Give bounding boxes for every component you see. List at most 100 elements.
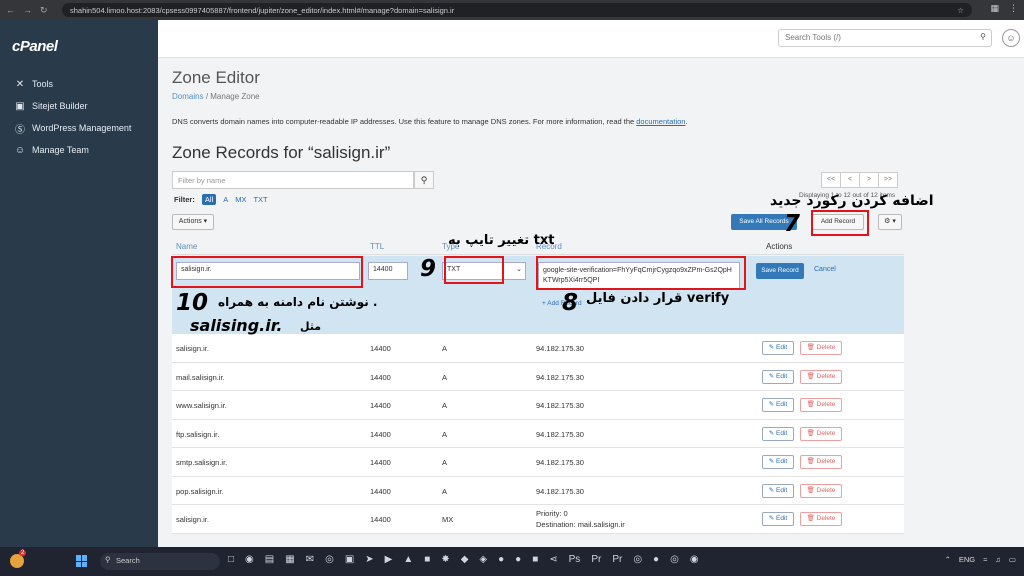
search-tools-input[interactable]: Search Tools (/) ⚲ [778,29,992,47]
address-bar[interactable]: shahin504.limoo.host:2083/cpsess09974058… [62,3,972,17]
forward-icon[interactable]: → [23,5,32,16]
column-name[interactable]: Name [176,242,197,251]
table-row: salisign.ir. 14400 A 94.182.175.30 ✎ Edit 🗑 D… [172,334,904,363]
table-row: smtp.salisign.ir. 14400 A 94.182.175.30 ✎ Ed… [172,448,904,477]
task-view-icon[interactable]: □ [228,554,234,565]
record-type: A [442,372,448,382]
app-icon[interactable]: ▣ [345,554,354,565]
windows-start-icon[interactable] [76,555,88,567]
user-menu-icon[interactable]: ☺ [1002,29,1020,47]
app-icon[interactable]: ● [498,554,504,565]
explorer-icon[interactable]: ▤ [265,554,274,565]
filter-tab-txt[interactable]: TXT [253,195,267,204]
edit-button[interactable]: ✎ Edit [762,369,794,384]
chatgpt-icon[interactable]: ✸ [441,554,449,565]
battery-icon[interactable]: ▭ [1009,555,1016,564]
menu-dots-icon[interactable]: ⋮ [1009,3,1018,14]
cpanel-logo[interactable]: cPanel [12,38,58,55]
app-icon[interactable]: ■ [532,554,538,565]
app-icon[interactable]: ◆ [461,554,469,565]
prev-page-button[interactable]: < [840,172,860,188]
documentation-link[interactable]: documentation [636,117,685,126]
breadcrumb-domains[interactable]: Domains [172,92,204,101]
next-page-button[interactable]: > [859,172,879,188]
annotation-step8-number: 8 [562,290,579,316]
extension-icon[interactable]: ▦ [990,3,999,14]
system-tray: ⌃ ENG ≈ ♫ ▭ [945,555,1016,564]
sidebar-item-sitejet[interactable]: ▣ Sitejet Builder [0,95,158,117]
top-header: Search Tools (/) ⚲ ☺ [158,20,1024,58]
wifi-icon[interactable]: ≈ [983,555,987,564]
vscode-icon[interactable]: ⋖ [549,554,557,565]
chrome-icon[interactable]: ◎ [325,554,334,565]
annotation-step10-suffix: مثل [300,320,322,333]
first-page-button[interactable]: << [821,172,841,188]
chevron-up-icon[interactable]: ⌃ [945,555,951,564]
filter-tab-mx[interactable]: MX [235,195,246,204]
delete-button[interactable]: 🗑 Delete [800,341,842,355]
delete-button[interactable]: 🗑 Delete [800,483,842,498]
reload-icon[interactable]: ↻ [40,5,48,16]
record-type: A [442,429,448,439]
back-icon[interactable]: ← [6,5,15,16]
last-page-button[interactable]: >> [878,172,898,188]
premiere-icon[interactable]: Pr [612,554,622,565]
delete-button[interactable]: 🗑 Delete [800,455,842,469]
app-icon[interactable]: ● [515,554,521,565]
store-icon[interactable]: ▦ [285,554,294,565]
telegram-icon[interactable]: ➤ [365,554,373,565]
app-icon[interactable]: ■ [424,554,430,565]
record-name: ftp.salisign.ir. [176,429,220,439]
taskbar: 2 ⚲ Search □ ◉ ▤ ▦ ✉ ◎ ▣ ➤ ▶ ▲ ■ ✸ ◆ ◈ ●… [0,547,1024,576]
column-ttl[interactable]: TTL [370,242,384,251]
url-text: shahin504.limoo.host:2083/cpsess09974058… [70,5,455,15]
app-icon[interactable]: ▲ [403,554,413,565]
record-icon[interactable]: ◉ [690,554,699,565]
actions-dropdown[interactable]: Actions ▾ [172,214,214,230]
taskbar-search-label: Search [116,556,140,565]
filter-label: Filter: [174,195,195,204]
delete-button[interactable]: 🗑 Delete [800,398,842,412]
premiere-icon[interactable]: Pr [591,554,601,565]
app-icon[interactable]: ▶ [385,554,393,565]
edit-button[interactable]: ✎ Edit [762,426,794,441]
volume-icon[interactable]: ♫ [995,555,1001,564]
sidebar-item-tools[interactable]: ✕ Tools [0,73,158,95]
edit-button[interactable]: ✎ Edit [762,455,794,469]
cancel-link[interactable]: Cancel [814,266,836,273]
delete-button[interactable]: 🗑 Delete [800,426,842,441]
record-type: A [442,401,448,410]
filter-search-button[interactable]: ⚲ [414,171,434,189]
app-icon[interactable]: ◎ [633,554,642,565]
photoshop-icon[interactable]: Ps [569,554,581,565]
settings-gear-button[interactable]: ⚙ ▾ [878,214,902,230]
sidebar-item-team[interactable]: ☺ Manage Team [0,139,158,161]
app-icon[interactable]: ◈ [479,554,487,565]
chrome-icon[interactable]: ◎ [670,554,679,565]
sidebar-item-wordpress[interactable]: Ⓢ WordPress Management [0,117,158,139]
record-ttl: 14400 [370,486,391,496]
edit-button[interactable]: ✎ Edit [762,483,794,498]
save-record-button[interactable]: Save Record [756,263,804,279]
edge-icon[interactable]: ◉ [245,554,254,565]
filter-tab-all[interactable]: All [201,194,217,205]
delete-button[interactable]: 🗑 Delete [800,369,842,384]
filter-input[interactable]: Filter by name [172,171,414,189]
language-indicator[interactable]: ENG [959,555,975,564]
filter-tab-a[interactable]: A [223,195,228,204]
delete-button[interactable]: 🗑 Delete [800,512,842,526]
weather-icon[interactable] [10,554,24,568]
edit-button[interactable]: ✎ Edit [762,398,794,412]
star-icon[interactable]: ☆ [957,6,964,15]
record-value: Priority: 0 [536,509,568,518]
edit-button[interactable]: ✎ Edit [762,512,794,526]
description-text: DNS converts domain names into computer-… [172,117,637,126]
app-icon[interactable]: ● [653,554,659,565]
record-ttl-input[interactable]: 14400 [368,262,408,280]
chevron-down-icon: ⌄ [516,266,522,273]
mail-icon[interactable]: ✉ [306,554,314,565]
edit-button[interactable]: ✎ Edit [762,341,794,355]
record-type: MX [442,515,454,524]
record-name: mail.salisign.ir. [176,372,225,382]
taskbar-search[interactable]: ⚲ Search [100,553,220,570]
